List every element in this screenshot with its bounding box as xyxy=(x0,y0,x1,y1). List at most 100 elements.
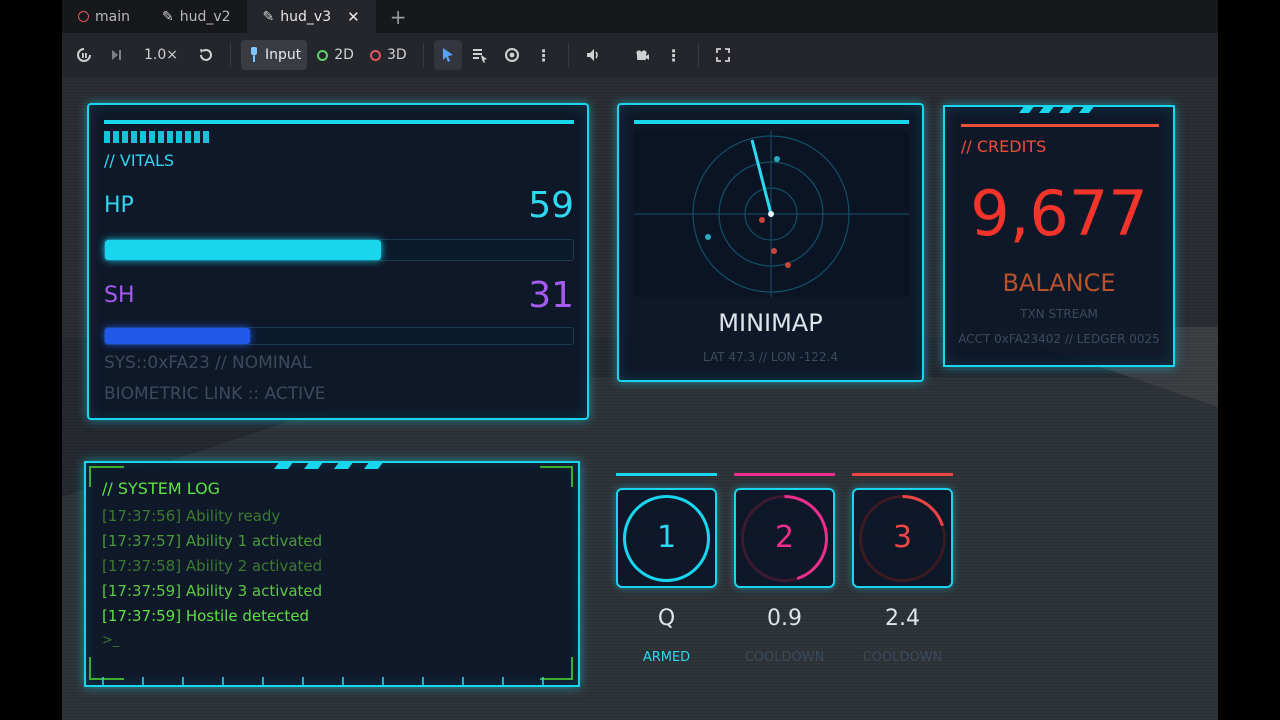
hp-bar-fill xyxy=(105,240,382,260)
credits-amount: 9,677 xyxy=(970,177,1148,250)
eye-icon xyxy=(504,48,519,62)
log-line: [17:37:59] Hostile detected xyxy=(102,607,310,625)
step-icon xyxy=(112,50,121,60)
ability-2-top-bar xyxy=(734,473,835,476)
camera-options-button[interactable]: ⋮ xyxy=(660,40,688,70)
list-cursor-icon xyxy=(472,49,487,63)
panel-top-bar xyxy=(634,120,909,124)
log-line: [17:37:56] Ability ready xyxy=(102,507,281,525)
speaker-icon xyxy=(586,49,598,61)
kebab-icon: ⋮ xyxy=(535,45,552,65)
plus-icon: + xyxy=(389,4,407,29)
radar-blip xyxy=(774,156,780,162)
ability-slot-2[interactable]: 2 xyxy=(734,488,835,588)
toolbar-divider xyxy=(230,43,231,67)
options-menu-button[interactable]: ⋮ xyxy=(530,40,558,70)
mode-3d-label: 3D xyxy=(386,47,407,63)
radar-display xyxy=(634,131,909,297)
txn-stream-label: TXN STREAM xyxy=(1020,307,1098,321)
ability-3-top-bar xyxy=(852,473,953,476)
select-tool-button[interactable] xyxy=(433,40,462,70)
kebab-icon: ⋮ xyxy=(665,45,682,65)
log-line: [17:37:59] Ability 3 activated xyxy=(102,582,323,600)
input-icon xyxy=(251,47,257,62)
tab-label: main xyxy=(95,8,130,25)
player-marker xyxy=(768,211,774,217)
speed-selector[interactable]: 1.0× xyxy=(134,40,188,70)
audio-button[interactable] xyxy=(579,40,607,70)
mode-3d-button[interactable]: 3D xyxy=(364,40,413,70)
panel-top-bar xyxy=(104,120,574,124)
toolbar-divider xyxy=(567,43,569,67)
radar-blip xyxy=(705,234,711,240)
ability-3-state: COOLDOWN xyxy=(862,650,943,665)
ability-1-number: 1 xyxy=(656,520,677,555)
scene-icon xyxy=(78,11,89,22)
game-viewport[interactable]: // VITALS HP 59 SH 31 SYS::0xFA23 // NOM… xyxy=(62,77,1218,720)
toolbar-divider xyxy=(422,43,424,67)
hp-bar xyxy=(104,239,574,261)
tab-main[interactable]: main xyxy=(62,0,146,33)
radar-blip xyxy=(785,262,791,268)
ability-slot-3[interactable]: 3 xyxy=(852,488,953,588)
credits-label: // CREDITS xyxy=(961,137,1047,156)
ability-2-timer: 0.9 xyxy=(767,606,802,631)
reset-icon xyxy=(200,49,212,61)
camera-button[interactable] xyxy=(628,40,656,70)
camera-icon xyxy=(636,50,649,60)
hp-value: 59 xyxy=(528,185,574,226)
viewport-toolbar: 1.0× Input 2D 3D ⋮ ⋮ xyxy=(62,33,1218,77)
log-prompt[interactable]: >_ xyxy=(102,633,119,648)
3d-icon xyxy=(369,49,381,61)
step-frame-button[interactable] xyxy=(102,40,130,70)
radar-graphic xyxy=(634,131,909,297)
hp-label: HP xyxy=(104,193,134,218)
edit-icon: ✎ xyxy=(262,8,275,25)
scene-tab-bar: main ✎ hud_v2 ✎ hud_v3 ✕ + xyxy=(62,0,1218,33)
credits-panel: // CREDITS 9,677 BALANCE TXN STREAM ACCT… xyxy=(943,105,1175,367)
mode-2d-button[interactable]: 2D xyxy=(311,40,360,70)
tab-label: hud_v3 xyxy=(280,8,332,25)
minimap-coordinates: LAT 47.3 // LON -122.4 xyxy=(703,350,838,364)
ability-3-timer: 2.4 xyxy=(885,606,920,631)
vitals-panel: // VITALS HP 59 SH 31 SYS::0xFA23 // NOM… xyxy=(87,103,589,420)
log-line: [17:37:57] Ability 1 activated xyxy=(102,532,323,550)
pause-button[interactable] xyxy=(70,40,98,70)
account-line: ACCT 0xFA23402 // LEDGER 0025 xyxy=(958,332,1160,346)
list-select-button[interactable] xyxy=(466,40,494,70)
radar-sweep xyxy=(750,139,773,215)
fullscreen-button[interactable] xyxy=(709,40,737,70)
ability-1-key: Q xyxy=(657,606,676,631)
pause-icon xyxy=(77,48,91,62)
ability-1-top-bar xyxy=(616,473,717,476)
tab-label: hud_v2 xyxy=(179,8,231,25)
speed-label: 1.0× xyxy=(144,47,178,63)
close-icon[interactable]: ✕ xyxy=(347,8,360,26)
segment-indicator xyxy=(104,131,210,143)
shield-label: SH xyxy=(104,283,135,308)
toolbar-divider xyxy=(697,43,699,67)
ability-slot-1[interactable]: 1 xyxy=(616,488,717,588)
edit-icon: ✎ xyxy=(161,8,174,25)
ability-1-state: ARMED xyxy=(642,650,691,665)
cursor-icon xyxy=(442,48,453,62)
log-line: [17:37:58] Ability 2 activated xyxy=(102,557,323,575)
panel-top-bar xyxy=(961,124,1159,127)
ability-3-number: 3 xyxy=(892,520,913,555)
radar-blip xyxy=(771,248,777,254)
shield-bar xyxy=(104,327,574,345)
2d-icon xyxy=(317,49,329,61)
shield-bar-fill xyxy=(105,328,251,344)
sys-status-line: SYS::0xFA23 // NOMINAL xyxy=(104,353,312,373)
minimap-title: MINIMAP xyxy=(718,309,823,337)
reset-speed-button[interactable] xyxy=(192,40,220,70)
input-toggle[interactable]: Input xyxy=(241,40,308,70)
panel-bottom-ticks xyxy=(102,677,564,685)
tab-hud-v2[interactable]: ✎ hud_v2 xyxy=(146,0,247,33)
ability-2-number: 2 xyxy=(774,520,795,555)
add-tab-button[interactable]: + xyxy=(376,0,421,33)
ability-2-state: COOLDOWN xyxy=(744,650,825,665)
visibility-button[interactable] xyxy=(498,40,526,70)
tab-hud-v3[interactable]: ✎ hud_v3 ✕ xyxy=(246,0,376,33)
input-label: Input xyxy=(265,47,302,63)
